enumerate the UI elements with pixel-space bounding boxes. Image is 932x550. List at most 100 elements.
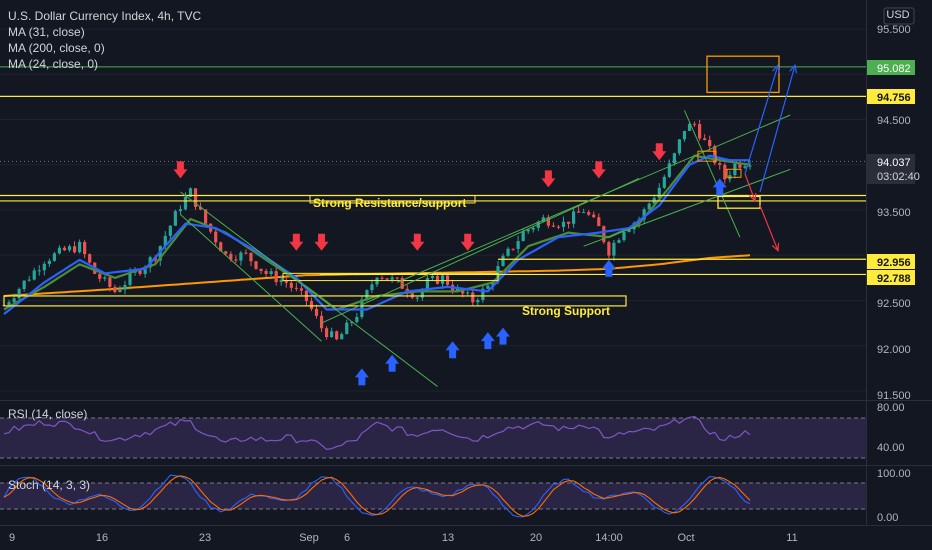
candle-body xyxy=(612,242,616,256)
candle-body xyxy=(249,252,253,262)
legend-ma31[interactable]: MA (31, close) xyxy=(8,25,85,39)
candle-body xyxy=(27,279,31,281)
candle-body xyxy=(748,165,752,167)
rsi-tick: 80.00 xyxy=(877,402,905,414)
candle-body xyxy=(113,286,117,292)
candle-body xyxy=(425,278,430,290)
candle-body xyxy=(566,221,571,224)
price-tick: 95.500 xyxy=(877,24,911,36)
candle-body xyxy=(692,123,697,125)
stoch-label[interactable]: Stoch (14, 3, 3) xyxy=(8,478,90,492)
candle-body xyxy=(471,292,475,303)
candle-body xyxy=(123,284,127,290)
candle-body xyxy=(173,211,177,226)
candle-body xyxy=(395,277,399,279)
chart-canvas[interactable]: Strong Resistance/support Strong Support… xyxy=(0,0,932,550)
candle-body xyxy=(264,270,268,274)
candle-body xyxy=(83,242,87,255)
candle-body xyxy=(617,240,621,243)
candle-body xyxy=(571,211,576,224)
candle-body xyxy=(667,163,671,177)
candle-body xyxy=(718,163,722,165)
candle-body xyxy=(385,278,389,280)
candle-body xyxy=(587,212,591,215)
rsi-pane[interactable]: RSI (14, close) xyxy=(0,407,866,459)
candle-body xyxy=(294,287,298,289)
candle-body xyxy=(466,292,470,294)
candle-body xyxy=(47,260,51,264)
candle-body xyxy=(682,130,687,140)
candle-body xyxy=(224,251,228,254)
stoch-tick: 0.00 xyxy=(877,512,898,524)
candle-body xyxy=(274,271,278,282)
candle-body xyxy=(88,254,92,263)
candle-body xyxy=(531,227,535,230)
candle-body xyxy=(345,322,349,335)
price-tick: 92.000 xyxy=(877,344,911,356)
candle-body xyxy=(244,252,248,254)
candle-body xyxy=(269,271,273,274)
candle-body xyxy=(708,139,712,147)
candle-body xyxy=(435,276,440,284)
candle-body xyxy=(370,284,374,291)
candle-body xyxy=(582,212,586,214)
price-axis[interactable]: USD 95.500 94.500 93.500 92.500 92.000 9… xyxy=(867,7,920,524)
time-tick: 14:00 xyxy=(595,532,623,544)
candle-body xyxy=(67,246,72,251)
stoch-tick: 100.00 xyxy=(877,468,911,480)
candle-body xyxy=(118,289,122,292)
chart-title: U.S. Dollar Currency Index, 4h, TVC xyxy=(8,9,202,23)
support-label: Strong Support xyxy=(522,304,610,318)
rsi-label[interactable]: RSI (14, close) xyxy=(8,407,87,421)
candle-body xyxy=(42,263,46,271)
time-tick: Sep xyxy=(299,532,319,544)
candle-body xyxy=(178,209,183,212)
candle-body xyxy=(259,268,263,271)
price-label-text: 94.756 xyxy=(877,92,911,104)
currency-label[interactable]: USD xyxy=(886,9,909,21)
candle-body xyxy=(62,247,67,251)
price-tick: 93.500 xyxy=(877,207,911,219)
price-label-text: 95.082 xyxy=(877,63,911,75)
candle-body xyxy=(98,273,102,279)
candle-body xyxy=(415,297,419,299)
candle-body xyxy=(647,203,651,210)
candle-body xyxy=(380,277,384,279)
candle-body xyxy=(254,261,258,269)
time-axis[interactable]: 9 16 23 Sep 6 13 20 14:00 Oct 11 xyxy=(9,532,798,544)
candle-body xyxy=(108,277,112,287)
price-tick: 94.500 xyxy=(877,115,911,127)
candle-body xyxy=(17,289,21,299)
time-tick: 11 xyxy=(786,532,797,544)
time-tick: 6 xyxy=(344,532,350,544)
candle-body xyxy=(299,288,303,291)
candle-body xyxy=(697,124,702,139)
candle-body xyxy=(324,328,329,338)
candle-body xyxy=(430,276,435,279)
candle-body xyxy=(22,280,26,290)
time-tick: Oct xyxy=(677,532,694,544)
candle-body xyxy=(138,270,142,274)
candle-body xyxy=(183,196,188,210)
legend-ma24[interactable]: MA (24, close, 0) xyxy=(8,57,98,71)
candle-body xyxy=(561,221,566,227)
candle-body xyxy=(355,316,359,323)
candle-body xyxy=(335,331,339,340)
time-tick: 9 xyxy=(9,532,15,544)
candle-body xyxy=(330,331,334,338)
candle-body xyxy=(592,214,596,218)
candle-body xyxy=(556,226,561,228)
candle-body xyxy=(239,252,243,261)
last-price-text: 94.037 xyxy=(877,157,911,169)
candle-body xyxy=(72,246,77,253)
candle-body xyxy=(501,255,505,267)
countdown-text: 03:02:40 xyxy=(877,171,920,183)
candle-body xyxy=(607,242,611,256)
stoch-pane[interactable]: Stoch (14, 3, 3) xyxy=(0,474,866,518)
legend-ma200[interactable]: MA (200, close, 0) xyxy=(8,41,105,55)
candle-body xyxy=(521,231,525,242)
candle-body xyxy=(516,241,520,249)
candle-body xyxy=(32,270,36,280)
candle-body xyxy=(602,226,606,243)
candle-body xyxy=(214,231,218,243)
